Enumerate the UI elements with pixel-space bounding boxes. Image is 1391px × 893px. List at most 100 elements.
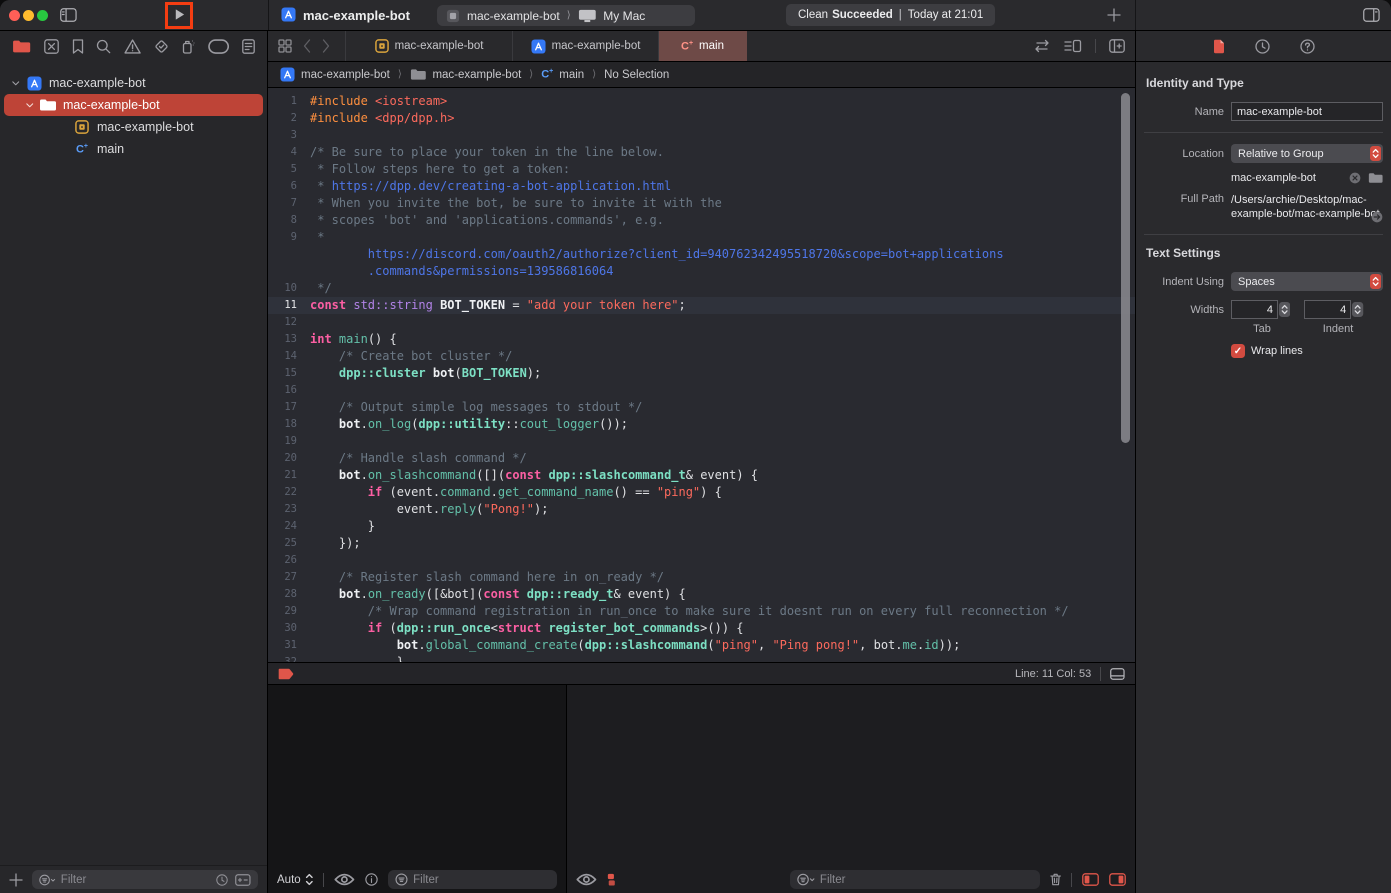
line-number[interactable]: 9 (268, 229, 310, 246)
code-line[interactable]: 21 bot.on_slashcommand([](const dpp::sla… (268, 467, 1135, 484)
code-line[interactable]: .commands&permissions=139586816064 (268, 263, 1135, 280)
tab-width-field[interactable] (1231, 300, 1278, 319)
info-icon[interactable] (365, 873, 378, 886)
line-number[interactable]: 3 (268, 127, 310, 144)
close-window-button[interactable] (9, 10, 20, 21)
code-line[interactable]: 28 bot.on_ready([&bot](const dpp::ready_… (268, 586, 1135, 603)
sidebar-item-mac-example-bot[interactable]: mac-example-bot (4, 94, 263, 116)
line-number[interactable]: 11 (268, 297, 310, 314)
related-items-icon[interactable] (1033, 39, 1051, 53)
library-button[interactable] (1107, 8, 1121, 22)
line-number[interactable]: 20 (268, 450, 310, 467)
code-line[interactable]: 8 * scopes 'bot' and 'applications.comma… (268, 212, 1135, 229)
tests-navigator-icon[interactable] (154, 39, 169, 54)
filter-icon[interactable] (395, 873, 408, 886)
add-editor-icon[interactable] (1109, 39, 1125, 53)
clear-console-icon[interactable] (1050, 873, 1061, 886)
zoom-window-button[interactable] (37, 10, 48, 21)
editor-options-icon[interactable] (1064, 39, 1082, 53)
filter-icon[interactable] (39, 874, 56, 886)
code-line[interactable]: 30 if (dpp::run_once<struct register_bot… (268, 620, 1135, 637)
reports-navigator-icon[interactable] (242, 39, 255, 54)
variables-filter-field[interactable]: Filter (388, 870, 557, 889)
line-number[interactable]: 22 (268, 484, 310, 501)
line-number[interactable]: 18 (268, 416, 310, 433)
source-editor[interactable]: 1#include <iostream>2#include <dpp/dpp.h… (268, 88, 1135, 662)
toggle-console-view-icon[interactable] (1109, 873, 1126, 886)
sidebar-item-mac-example-bot[interactable]: mac-example-bot (4, 72, 263, 94)
code-line[interactable]: https://discord.com/oauth2/authorize?cli… (268, 246, 1135, 263)
sidebar-item-mac-example-bot[interactable]: mac-example-bot (4, 116, 263, 138)
code-line[interactable]: 4/* Be sure to place your token in the l… (268, 144, 1135, 161)
code-line[interactable]: 14 /* Create bot cluster */ (268, 348, 1135, 365)
code-line[interactable]: 12 (268, 314, 1135, 331)
dropdown-stepper-icon[interactable] (1370, 274, 1381, 289)
line-number[interactable]: 32 (268, 654, 310, 662)
scheme-name[interactable]: mac-example-bot (467, 9, 560, 23)
line-number[interactable]: 6 (268, 178, 310, 195)
line-number[interactable]: 2 (268, 110, 310, 127)
code-line[interactable]: 31 bot.global_command_create(dpp::slashc… (268, 637, 1135, 654)
line-number[interactable]: 26 (268, 552, 310, 569)
name-field[interactable] (1231, 102, 1383, 121)
debug-navigator-icon[interactable] (181, 39, 195, 54)
tab-overview-icon[interactable] (278, 39, 292, 53)
line-number[interactable] (268, 246, 310, 263)
add-item-button[interactable] (9, 873, 23, 887)
line-number[interactable]: 16 (268, 382, 310, 399)
sidebar-item-main[interactable]: C+main (4, 138, 263, 160)
line-number[interactable]: 14 (268, 348, 310, 365)
toggle-navigator-icon[interactable] (60, 8, 77, 22)
line-number[interactable]: 24 (268, 518, 310, 535)
quicklook-icon[interactable] (576, 873, 597, 886)
line-number[interactable]: 29 (268, 603, 310, 620)
line-number[interactable]: 5 (268, 161, 310, 178)
indent-width-stepper[interactable] (1352, 302, 1363, 317)
debugger-output-icon[interactable] (607, 873, 616, 886)
breadcrumb-item[interactable]: No Selection (604, 69, 669, 81)
project-navigator-icon[interactable] (12, 39, 31, 54)
go-forward-icon[interactable] (322, 39, 330, 53)
code-line[interactable]: 23 event.reply("Pong!"); (268, 501, 1135, 518)
code-line[interactable]: 26 (268, 552, 1135, 569)
variables-scope-selector[interactable]: Auto (277, 873, 313, 886)
code-line[interactable]: 11const std::string BOT_TOKEN = "add you… (268, 297, 1135, 314)
line-number[interactable] (268, 263, 310, 280)
go-back-icon[interactable] (303, 39, 311, 53)
quicklook-icon[interactable] (334, 873, 355, 886)
code-line[interactable]: 3 (268, 127, 1135, 144)
code-line[interactable]: 16 (268, 382, 1135, 399)
find-navigator-icon[interactable] (96, 39, 111, 54)
activity-status[interactable]: Clean Succeeded | Today at 21:01 (786, 4, 995, 26)
breadcrumb-item[interactable]: mac-example-bot (432, 69, 521, 81)
editor-bottom-bar-icon[interactable] (1110, 668, 1125, 680)
tab-mac-example-bot[interactable]: mac-example-bot (513, 31, 659, 61)
source-control-navigator-icon[interactable] (44, 39, 59, 54)
line-number[interactable]: 17 (268, 399, 310, 416)
line-number[interactable]: 7 (268, 195, 310, 212)
code-line[interactable]: 5 * Follow steps here to get a token: (268, 161, 1135, 178)
line-number[interactable]: 27 (268, 569, 310, 586)
breadcrumb-item[interactable]: mac-example-bot (301, 69, 390, 81)
code-line[interactable]: 2#include <dpp/dpp.h> (268, 110, 1135, 127)
toggle-inspector-icon[interactable] (1363, 8, 1380, 22)
line-number[interactable]: 25 (268, 535, 310, 552)
code-line[interactable]: 13int main() { (268, 331, 1135, 348)
scheme-destination[interactable]: My Mac (603, 9, 645, 23)
line-number[interactable]: 10 (268, 280, 310, 297)
code-line[interactable]: 20 /* Handle slash command */ (268, 450, 1135, 467)
console-filter-field[interactable]: Filter (790, 870, 1040, 889)
indent-width-field[interactable] (1304, 300, 1351, 319)
line-number[interactable]: 23 (268, 501, 310, 518)
line-number[interactable]: 4 (268, 144, 310, 161)
line-number[interactable]: 15 (268, 365, 310, 382)
tab-main[interactable]: C+main (659, 31, 747, 61)
code-line[interactable]: 25 }); (268, 535, 1135, 552)
code-line[interactable]: 22 if (event.command.get_command_name() … (268, 484, 1135, 501)
code-line[interactable]: 17 /* Output simple log messages to stdo… (268, 399, 1135, 416)
scheme-selector[interactable]: mac-example-bot ⟩ My Mac (437, 5, 695, 26)
dropdown-stepper-icon[interactable] (1370, 146, 1381, 161)
code-line[interactable]: 29 /* Wrap command registration in run_o… (268, 603, 1135, 620)
file-inspector-icon[interactable] (1213, 39, 1225, 54)
code-line[interactable]: 27 /* Register slash command here in on_… (268, 569, 1135, 586)
